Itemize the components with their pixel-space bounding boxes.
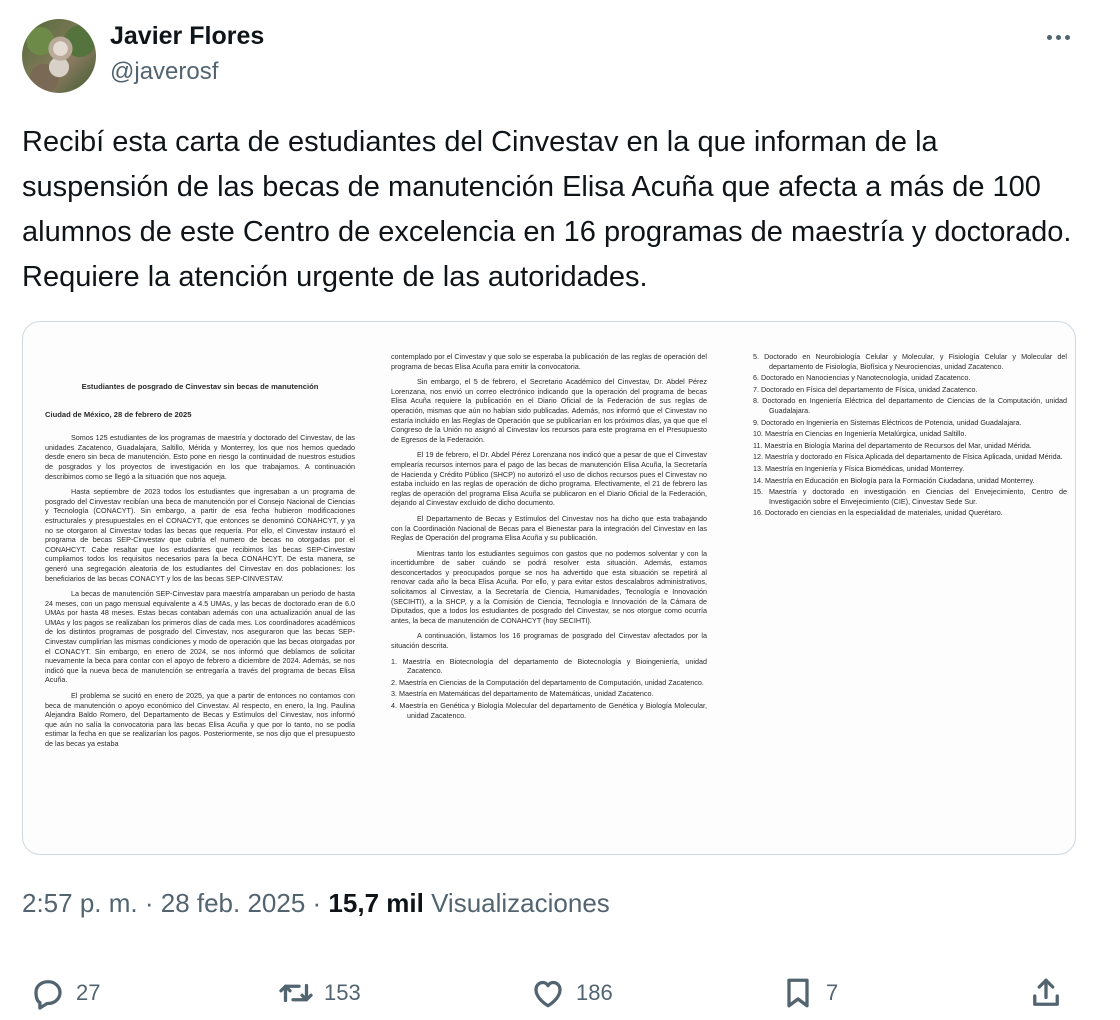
reply-icon (34, 980, 62, 1010)
program-list: 1. Maestría en Biotecnología del departa… (391, 657, 707, 721)
action-bar: 27 153 186 7 (0, 975, 1120, 1020)
program-item: 1. Maestría en Biotecnología del departa… (391, 656, 707, 676)
avatar[interactable] (22, 19, 96, 93)
program-item: 4. Maestría en Genética y Biología Molec… (391, 701, 707, 720)
bookmark-icon (787, 978, 809, 1008)
reply-button[interactable]: 27 (30, 975, 100, 1011)
views-label: Visualizaciones (431, 888, 610, 918)
program-item: 9. Doctorado en Ingeniería en Sistemas E… (753, 417, 1022, 427)
program-list: 5. Doctorado en Neurobiología Celular y … (753, 352, 1067, 518)
tweet-date[interactable]: 28 feb. 2025 (161, 888, 306, 918)
document-paragraph: Mientras tanto los estudiantes seguimos … (391, 548, 707, 625)
meta-separator: · (305, 888, 329, 918)
program-item: 15. Maestría y doctorado en investigació… (753, 487, 1067, 506)
document-column-3: 5. Doctorado en Neurobiología Celular y … (753, 352, 1067, 520)
document-column-2: contemplado por el Cinvestav y que solo … (391, 352, 707, 722)
program-item: 2. Maestría en Ciencias de la Computació… (391, 677, 704, 687)
like-icon (534, 980, 562, 1008)
attached-image[interactable]: Estudiantes de posgrado de Cinvestav sin… (22, 321, 1076, 855)
document-title: Estudiantes de posgrado de Cinvestav sin… (81, 382, 319, 391)
author-handle[interactable]: @javerosf (110, 58, 218, 86)
views-count: 15,7 mil (328, 888, 424, 918)
program-item: 3. Maestría en Matemáticas del departame… (391, 689, 654, 699)
program-item: 16. Doctorado en ciencias en la especial… (753, 508, 1003, 518)
program-item: 14. Maestría en Educación en Biología pa… (753, 475, 1035, 485)
share-icon (1033, 978, 1059, 1006)
tweet-text: Recibí esta carta de estudiantes del Cin… (22, 126, 1072, 293)
program-item: 6. Doctorado en Nanociencias y Nanotecno… (753, 373, 971, 383)
repost-count: 153 (324, 980, 361, 1005)
program-item: 5. Doctorado en Neurobiología Celular y … (753, 352, 1067, 371)
reply-count: 27 (76, 980, 101, 1005)
program-item: 8. Doctorado en Ingeniería Eléctrica del… (753, 396, 1067, 415)
like-button[interactable]: 186 (530, 975, 613, 1011)
bookmark-button[interactable]: 7 (780, 975, 838, 1011)
document-paragraph: Sin embargo, el 5 de febrero, el Secreta… (391, 377, 707, 444)
document-paragraph: Hasta septiembre de 2023 todos los estud… (45, 487, 355, 583)
meta-separator: · (137, 888, 161, 918)
document-column-1: Estudiantes de posgrado de Cinvestav sin… (45, 374, 355, 755)
share-button[interactable] (1028, 975, 1064, 1011)
document-paragraph: contemplado por el Cinvestav y que solo … (391, 352, 707, 371)
more-icon[interactable] (1040, 22, 1076, 52)
document-date: Ciudad de México, 28 de febrero de 2025 (45, 409, 192, 419)
program-item: 13. Maestría en Ingeniería y Física Biom… (753, 463, 965, 473)
program-item: 7. Doctorado en Física del departamento … (753, 384, 978, 394)
program-item: 11. Maestría en Biología Marina del depa… (753, 440, 1032, 450)
document-paragraph: La becas de manutención SEP-Cinvestav pa… (45, 589, 355, 685)
repost-button[interactable]: 153 (278, 975, 361, 1011)
like-count: 186 (576, 980, 613, 1005)
document-paragraph: Somos 125 estudiantes de los programas d… (45, 433, 355, 481)
document-paragraph: A continuación, listamos los 16 programa… (391, 631, 707, 651)
tweet-time[interactable]: 2:57 p. m. (22, 888, 138, 918)
tweet-meta: 2:57 p. m. · 28 feb. 2025 · 15,7 mil Vis… (22, 888, 610, 919)
document-paragraph: El Departamento de Becas y Estímulos del… (391, 513, 707, 543)
repost-icon (279, 983, 313, 1003)
program-item: 12. Maestría y doctorado en Física Aplic… (753, 452, 1063, 462)
bookmark-count: 7 (826, 980, 839, 1005)
document-paragraph: El 19 de febrero, el Dr. Abdel Pérez Lor… (391, 450, 707, 508)
program-item: 10. Maestría en Ciencias en Ingeniería M… (753, 429, 967, 439)
author-display-name[interactable]: Javier Flores (110, 22, 264, 51)
document-paragraph: El problema se sucitó en enero de 2025, … (45, 691, 355, 748)
